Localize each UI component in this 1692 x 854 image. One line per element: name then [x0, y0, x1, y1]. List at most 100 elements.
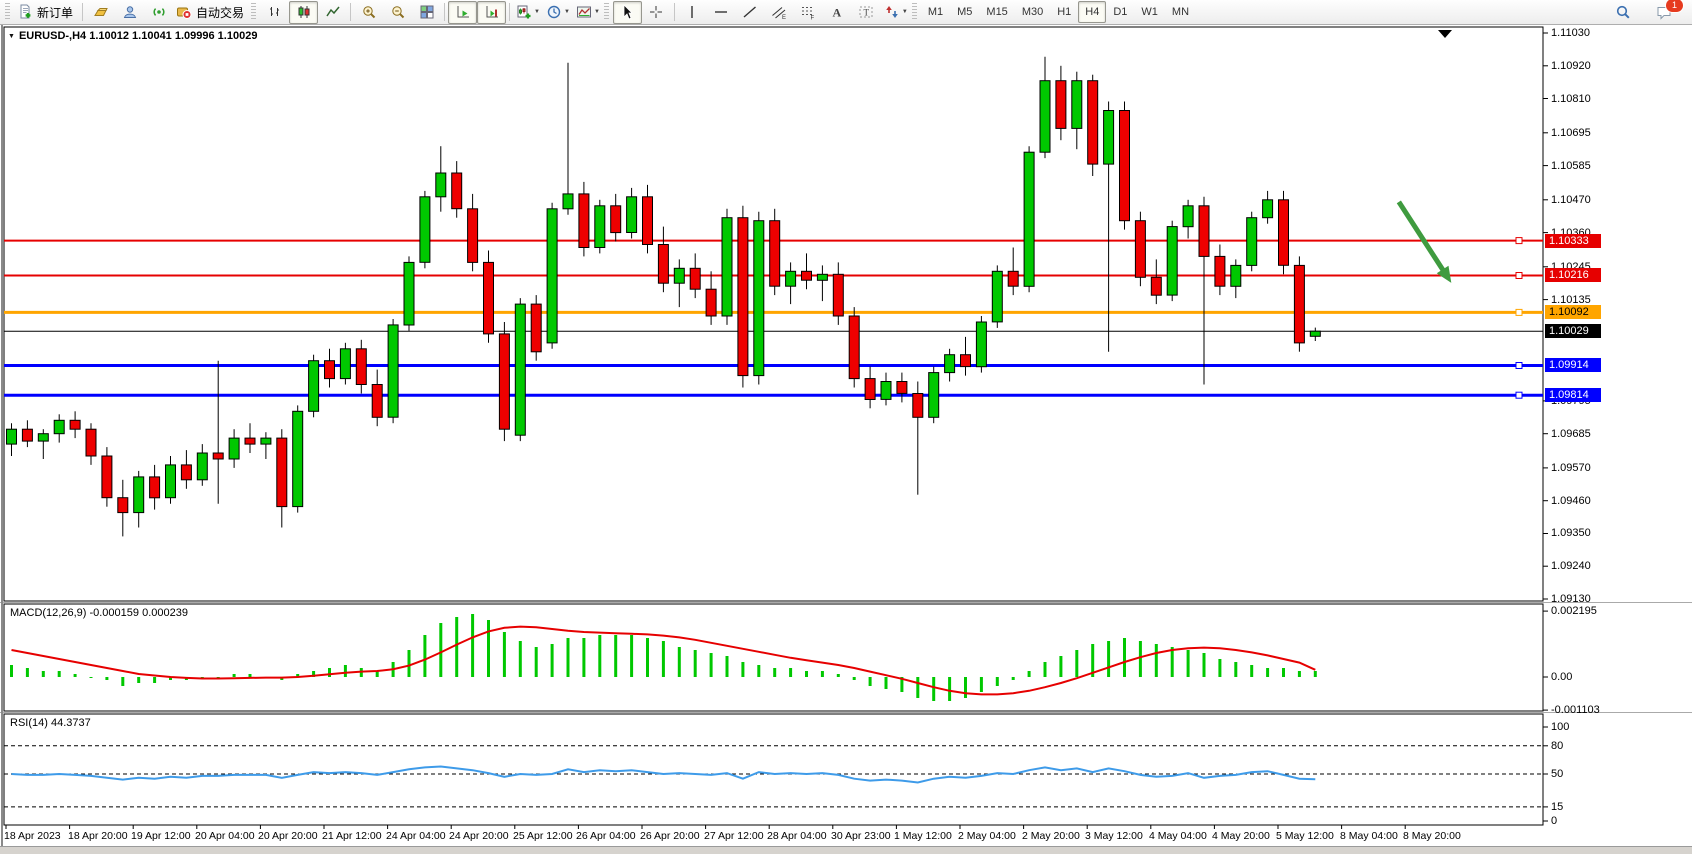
axis-tick-label: 0: [1551, 815, 1557, 828]
time-tick-label: 18 Apr 20:00: [68, 830, 128, 842]
time-tick-label: 19 Apr 12:00: [131, 830, 191, 842]
price-level-badge: 1.10333: [1545, 234, 1601, 248]
axis-tick-label: -0.001103: [1551, 704, 1600, 717]
search-icon: [1615, 4, 1631, 20]
market-watch-button[interactable]: [86, 1, 115, 24]
equidistant-channel-tool[interactable]: E: [765, 1, 794, 24]
cursor-button[interactable]: [613, 1, 642, 24]
arrows-dropdown[interactable]: ▼: [881, 1, 911, 24]
timeframe-h4-button[interactable]: H4: [1078, 1, 1106, 23]
templates-dropdown[interactable]: ▼: [573, 1, 603, 24]
timeframe-h1-button[interactable]: H1: [1050, 1, 1078, 23]
text-label-tool[interactable]: T: [852, 1, 881, 24]
clock-icon: [546, 4, 562, 20]
trendline-tool[interactable]: [736, 1, 765, 24]
auto-scroll-button[interactable]: [448, 1, 477, 24]
price-level-badge: 1.10029: [1545, 324, 1601, 338]
period-dropdown[interactable]: ▼: [543, 1, 573, 24]
separator: [444, 3, 445, 21]
gold-ingot-icon: [93, 4, 109, 20]
signals-icon: [151, 4, 167, 20]
separator: [350, 3, 351, 21]
crosshair-button[interactable]: [642, 1, 671, 24]
timeframe-w1-button[interactable]: W1: [1134, 1, 1165, 23]
separator: [82, 3, 83, 21]
time-tick-label: 21 Apr 12:00: [322, 830, 382, 842]
zoom-in-button[interactable]: [354, 1, 383, 24]
time-tick-label: 30 Apr 23:00: [831, 830, 891, 842]
text-icon: A: [829, 4, 845, 20]
notifications-button[interactable]: 1: [1649, 1, 1678, 24]
timeframe-mn-button[interactable]: MN: [1165, 1, 1196, 23]
signals-button[interactable]: [144, 1, 173, 24]
zoom-out-icon: [390, 4, 406, 20]
fibonacci-icon: F: [800, 4, 816, 20]
time-tick-label: 27 Apr 12:00: [704, 830, 764, 842]
chart-title-text: EURUSD-,H4 1.10012 1.10041 1.09996 1.100…: [19, 30, 258, 42]
hosting-person-icon: [122, 4, 138, 20]
text-tool[interactable]: A: [823, 1, 852, 24]
timeframe-m5-button[interactable]: M5: [950, 1, 979, 23]
tile-windows-button[interactable]: [412, 1, 441, 24]
new-order-button[interactable]: 新订单: [14, 1, 79, 24]
time-tick-label: 24 Apr 04:00: [386, 830, 446, 842]
arrows-icon: [884, 4, 900, 20]
timeframe-m1-button[interactable]: M1: [921, 1, 950, 23]
time-tick-label: 1 May 12:00: [894, 830, 952, 842]
time-tick-label: 2 May 20:00: [1022, 830, 1080, 842]
new-order-label: 新订单: [37, 4, 73, 21]
chevron-down-icon: ▼: [564, 9, 570, 15]
chart-surface[interactable]: ▼ EURUSD-,H4 1.10012 1.10041 1.09996 1.10…: [0, 0, 1692, 854]
axis-tick-label: 1.10810: [1551, 93, 1591, 106]
timeframe-m15-button[interactable]: M15: [979, 1, 1014, 23]
axis-tick-label: 80: [1551, 740, 1563, 753]
mt4-window: 新订单 自动交易: [0, 0, 1692, 854]
chart-shift-icon: [484, 4, 500, 20]
search-button[interactable]: [1608, 1, 1637, 24]
timeframe-d1-button[interactable]: D1: [1106, 1, 1134, 23]
zoom-out-button[interactable]: [383, 1, 412, 24]
axis-tick-label: 1.09460: [1551, 495, 1591, 508]
toolbar-grip[interactable]: [604, 3, 609, 21]
bar-chart-button[interactable]: [260, 1, 289, 24]
time-tick-label: 20 Apr 20:00: [258, 830, 318, 842]
autotrading-label: 自动交易: [196, 4, 244, 21]
chart-shift-button[interactable]: [477, 1, 506, 24]
timeframe-m30-button[interactable]: M30: [1015, 1, 1050, 23]
crosshair-icon: [648, 4, 664, 20]
time-tick-label: 18 Apr 2023: [4, 830, 61, 842]
time-tick-label: 4 May 20:00: [1212, 830, 1270, 842]
autotrading-button[interactable]: 自动交易: [173, 1, 250, 24]
vertical-line-icon: [684, 4, 700, 20]
cursor-arrow-icon: [619, 4, 635, 20]
toolbar-grip[interactable]: [251, 3, 256, 21]
axis-tick-label: 0.002195: [1551, 605, 1597, 618]
svg-text:T: T: [864, 8, 870, 18]
axis-tick-label: 1.09240: [1551, 560, 1591, 573]
virtual-hosting-button[interactable]: [115, 1, 144, 24]
time-tick-label: 8 May 04:00: [1340, 830, 1398, 842]
axis-tick-label: 1.09570: [1551, 462, 1591, 475]
horizontal-line-tool[interactable]: [707, 1, 736, 24]
template-icon: [576, 4, 592, 20]
trendline-icon: [742, 4, 758, 20]
time-tick-label: 26 Apr 20:00: [640, 830, 700, 842]
line-chart-button[interactable]: [318, 1, 347, 24]
time-tick-label: 5 May 12:00: [1276, 830, 1334, 842]
chart-menu-arrow-icon[interactable]: ▼: [8, 33, 15, 40]
separator: [674, 3, 675, 21]
candlestick-chart-button[interactable]: [289, 1, 318, 24]
toolbar-grip[interactable]: [5, 3, 10, 21]
price-level-badge: 1.09914: [1545, 358, 1601, 372]
toolbar-grip[interactable]: [912, 3, 917, 21]
vertical-line-tool[interactable]: [678, 1, 707, 24]
svg-text:A: A: [833, 6, 842, 20]
bar-chart-icon: [267, 4, 283, 20]
axis-tick-label: 15: [1551, 801, 1563, 814]
new-chart-dropdown[interactable]: ▼: [513, 1, 543, 24]
axis-tick-label: 50: [1551, 768, 1563, 781]
auto-scroll-icon: [455, 4, 471, 20]
axis-tick-label: 1.09350: [1551, 527, 1591, 540]
fibonacci-tool[interactable]: F: [794, 1, 823, 24]
time-tick-label: 25 Apr 12:00: [513, 830, 573, 842]
